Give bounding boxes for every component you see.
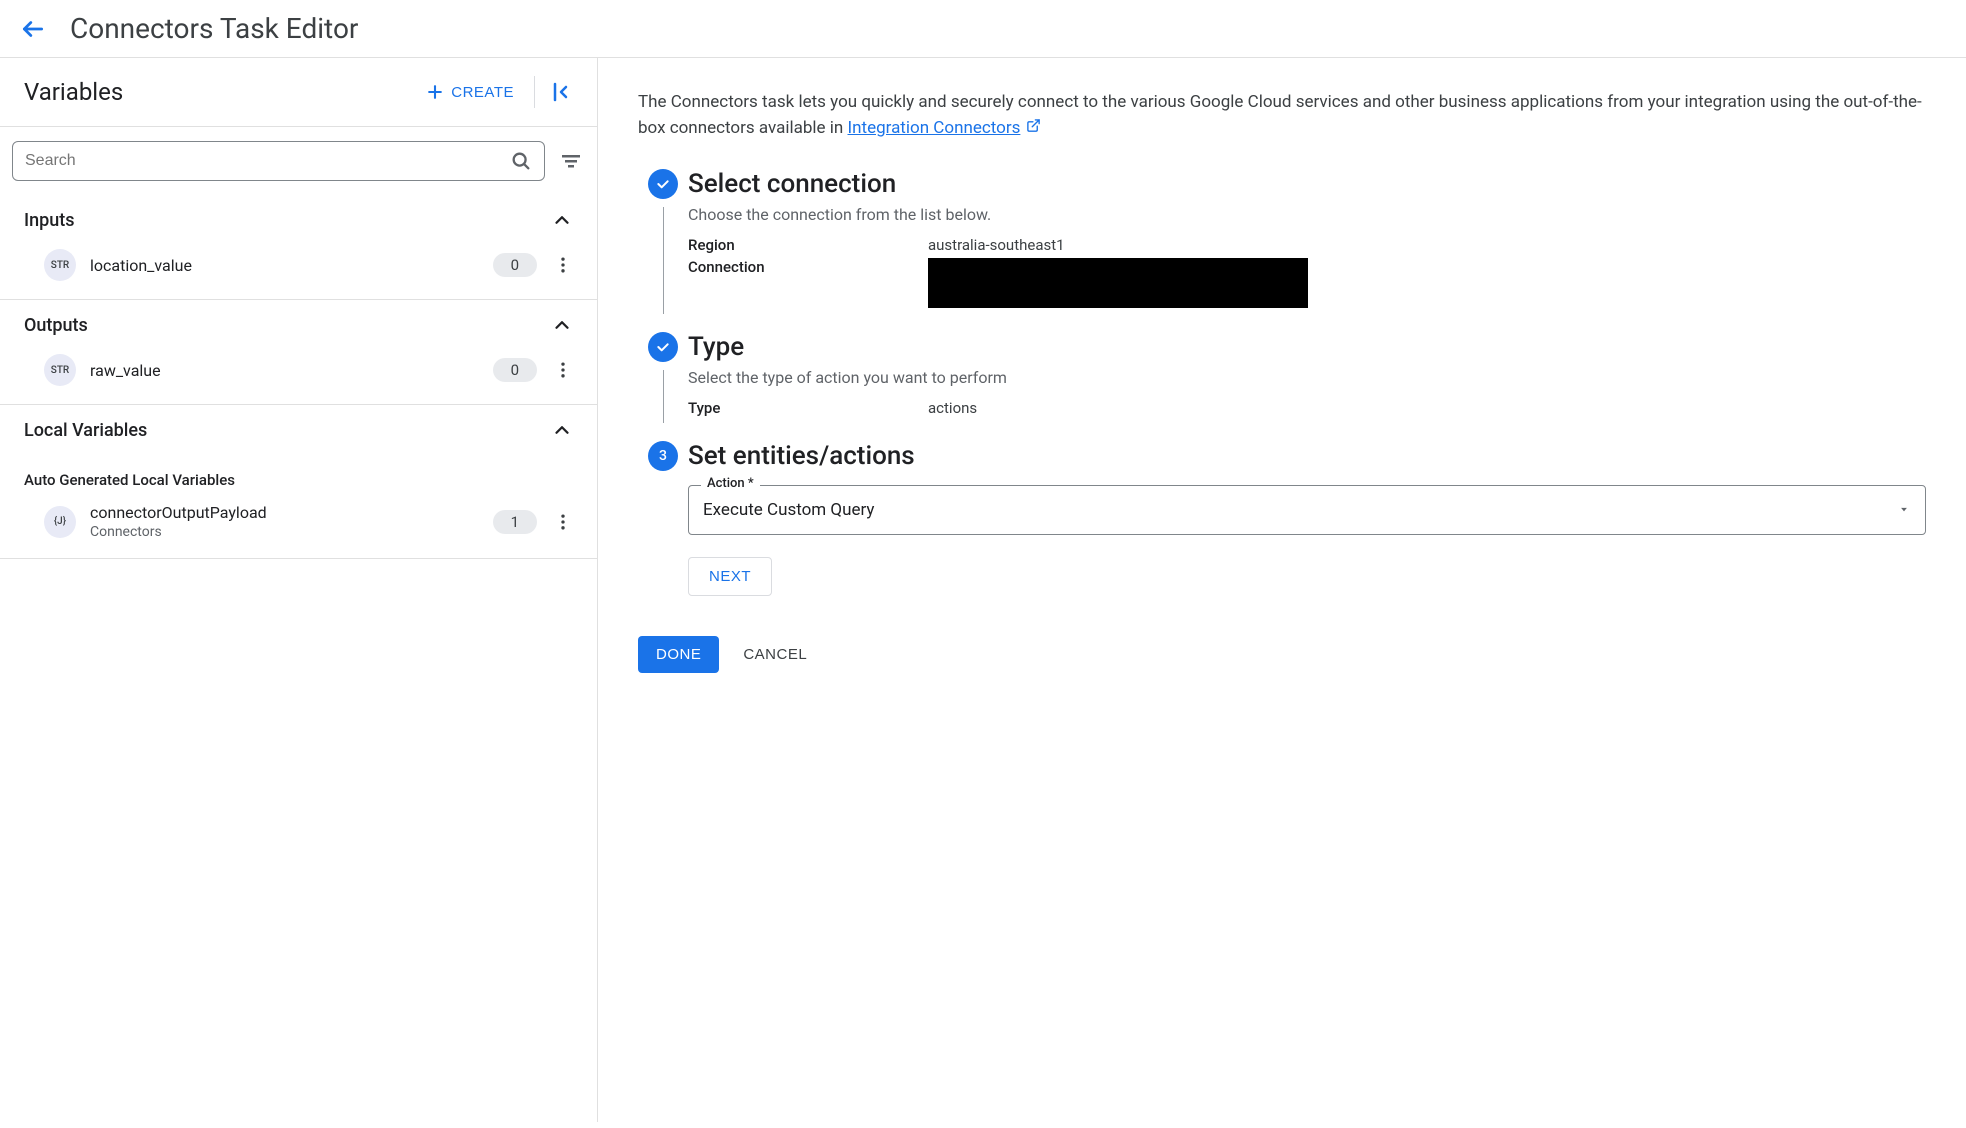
step-complete-icon	[648, 332, 678, 362]
intro-text-body: The Connectors task lets you quickly and…	[638, 92, 1922, 138]
variable-item[interactable]: {J} connectorOutputPayload Connectors 1	[0, 497, 597, 558]
inputs-section-header[interactable]: Inputs	[0, 195, 597, 243]
region-value: australia-southeast1	[928, 236, 1065, 254]
config-panel: The Connectors task lets you quickly and…	[598, 58, 1966, 1122]
action-select[interactable]: Action * Execute Custom Query	[688, 485, 1926, 535]
step-1-title: Select connection	[688, 169, 1926, 199]
filter-icon[interactable]	[555, 145, 587, 177]
divider	[534, 76, 535, 108]
search-icon[interactable]	[510, 150, 532, 172]
search-box[interactable]	[12, 141, 545, 181]
variables-panel: Variables CREATE	[0, 58, 598, 1122]
variable-name: location_value	[90, 256, 493, 275]
local-variables-section-header[interactable]: Local Variables	[0, 405, 597, 453]
integration-connectors-link[interactable]: Integration Connectors	[848, 118, 1021, 138]
more-icon[interactable]	[549, 508, 577, 536]
collapse-panel-icon[interactable]	[545, 76, 577, 108]
chevron-up-icon	[551, 419, 573, 441]
step-3-title: Set entities/actions	[688, 441, 1926, 471]
variable-item[interactable]: STR raw_value 0	[0, 348, 597, 404]
connection-label: Connection	[688, 258, 928, 276]
more-icon[interactable]	[549, 251, 577, 279]
create-button-label: CREATE	[451, 84, 514, 101]
variable-name: raw_value	[90, 361, 493, 380]
action-select-label: Action *	[701, 476, 760, 491]
auto-generated-subheading: Auto Generated Local Variables	[0, 453, 597, 497]
step-3-number: 3	[648, 441, 678, 471]
type-badge-str: STR	[44, 249, 76, 281]
external-link-icon	[1022, 121, 1040, 137]
usage-count: 0	[493, 358, 537, 382]
more-icon[interactable]	[549, 356, 577, 384]
local-variables-section-title: Local Variables	[24, 420, 147, 441]
next-button[interactable]: NEXT	[688, 557, 772, 596]
step-connector	[663, 207, 664, 314]
done-button[interactable]: DONE	[638, 636, 719, 673]
type-badge-json: {J}	[44, 506, 76, 538]
variable-source: Connectors	[90, 524, 493, 540]
action-select-value: Execute Custom Query	[703, 500, 874, 520]
step-complete-icon	[648, 169, 678, 199]
intro-text: The Connectors task lets you quickly and…	[638, 90, 1926, 141]
chevron-up-icon	[551, 314, 573, 336]
usage-count: 1	[493, 510, 537, 534]
variable-name: connectorOutputPayload	[90, 503, 493, 522]
type-value: actions	[928, 399, 977, 417]
region-label: Region	[688, 236, 928, 254]
type-label: Type	[688, 399, 928, 417]
create-button[interactable]: CREATE	[415, 74, 524, 110]
chevron-up-icon	[551, 209, 573, 231]
variables-title: Variables	[24, 78, 123, 106]
inputs-section-title: Inputs	[24, 210, 75, 231]
connection-value-redacted	[928, 258, 1308, 308]
cancel-button[interactable]: CANCEL	[743, 646, 807, 663]
back-arrow-icon[interactable]	[20, 16, 46, 42]
outputs-section-header[interactable]: Outputs	[0, 300, 597, 348]
step-2-subtitle: Select the type of action you want to pe…	[688, 368, 1926, 387]
outputs-section-title: Outputs	[24, 315, 88, 336]
step-connector	[663, 370, 664, 423]
usage-count: 0	[493, 253, 537, 277]
dropdown-arrow-icon	[1897, 502, 1911, 516]
search-input[interactable]	[25, 152, 510, 170]
page-title: Connectors Task Editor	[70, 12, 358, 45]
step-2-title: Type	[688, 332, 1926, 362]
type-badge-str: STR	[44, 354, 76, 386]
step-1-subtitle: Choose the connection from the list belo…	[688, 205, 1926, 224]
variable-item[interactable]: STR location_value 0	[0, 243, 597, 299]
